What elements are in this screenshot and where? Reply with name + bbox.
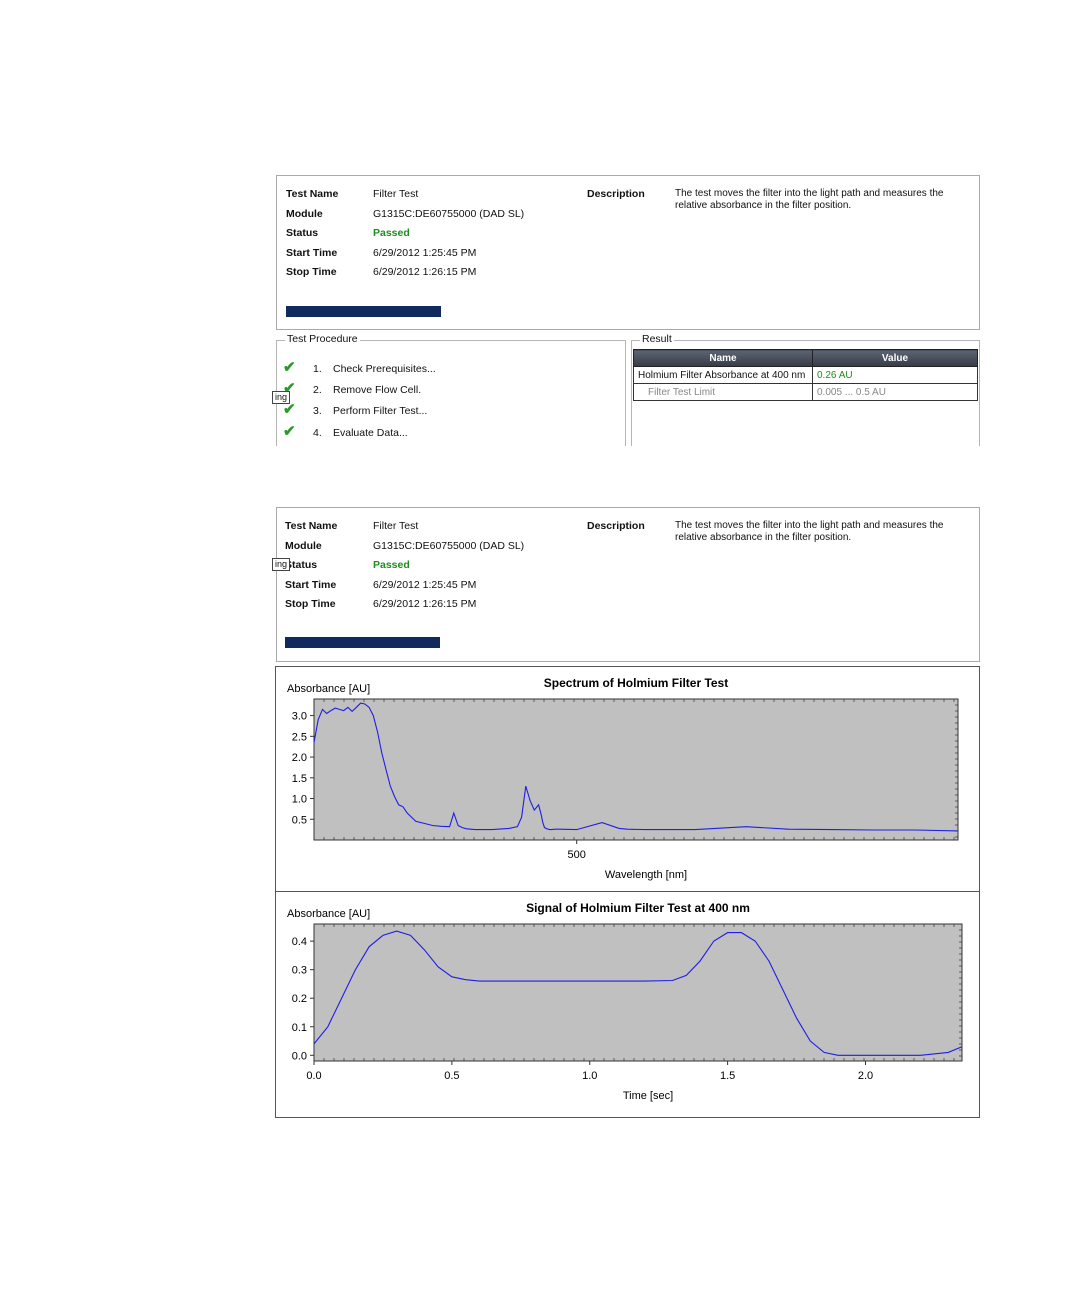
progress-bar: [286, 306, 441, 317]
status-label: Status: [286, 227, 319, 239]
status-value: Passed: [373, 227, 410, 239]
step-label: Remove Flow Cell.: [333, 384, 422, 396]
description-label: Description: [587, 188, 645, 200]
spectrum-chart-panel: Spectrum of Holmium Filter Test Absorbanc…: [275, 666, 980, 892]
y-tick-label: 0.0: [292, 1050, 307, 1062]
x-tick-label: 2.0: [858, 1070, 873, 1082]
check-icon: ✔: [283, 423, 296, 440]
start-time-value: 6/29/2012 1:25:45 PM: [373, 579, 477, 591]
chart-title: Spectrum of Holmium Filter Test: [544, 676, 728, 690]
result-value-cell: 0.005 ... 0.5 AU: [812, 383, 978, 401]
step-number: 1.: [313, 363, 322, 375]
result-table: Name Value Holmium Filter Absorbance at …: [633, 349, 978, 401]
x-tick-label: 1.0: [582, 1070, 597, 1082]
y-tick-label: 0.3: [292, 965, 307, 977]
step-label: Evaluate Data...: [333, 427, 408, 439]
x-tick-label: 500: [568, 849, 586, 861]
module-label: Module: [286, 208, 323, 220]
start-time-value: 6/29/2012 1:25:45 PM: [373, 247, 477, 259]
y-tick-label: 1.0: [292, 794, 307, 806]
test-info-panel-bottom: Test Name Filter Test Module G1315C:DE60…: [276, 507, 980, 662]
test-name-label: Test Name: [286, 188, 339, 200]
step-number: 2.: [313, 384, 322, 396]
step-label: Perform Filter Test...: [333, 405, 428, 417]
plot-area: [313, 923, 963, 1062]
x-tick-label: 0.5: [444, 1070, 459, 1082]
stop-time-label: Stop Time: [285, 598, 336, 610]
step-number: 3.: [313, 405, 322, 417]
stop-time-value: 6/29/2012 1:26:15 PM: [373, 598, 477, 610]
progress-bar: [285, 637, 440, 648]
y-tick-label: 3.0: [292, 711, 307, 723]
test-procedure-group: Test Procedure ✔ 1. Check Prerequisites.…: [276, 333, 626, 446]
signal-chart: Signal of Holmium Filter Test at 400 nm A…: [287, 901, 963, 1102]
table-row[interactable]: Filter Test Limit 0.005 ... 0.5 AU: [633, 383, 978, 401]
test-name-label: Test Name: [285, 520, 338, 532]
module-value: G1315C:DE60755000 (DAD SL): [373, 540, 525, 552]
y-tick-label: 2.0: [292, 752, 307, 764]
y-tick-label: 0.4: [292, 936, 307, 948]
plot-area: [313, 698, 959, 841]
tooltip-fragment: ing: [272, 391, 291, 404]
y-tick-label: 0.2: [292, 993, 307, 1005]
check-icon: ✔: [283, 359, 296, 376]
stop-time-value: 6/29/2012 1:26:15 PM: [373, 266, 477, 278]
test-name-value: Filter Test: [373, 520, 419, 532]
start-time-label: Start Time: [286, 247, 338, 259]
start-time-label: Start Time: [285, 579, 337, 591]
chart-title: Signal of Holmium Filter Test at 400 nm: [526, 901, 750, 915]
y-axis-label: Absorbance [AU]: [287, 908, 370, 920]
y-tick-label: 0.5: [292, 814, 307, 826]
module-label: Module: [285, 540, 322, 552]
y-tick-label: 2.5: [292, 731, 307, 743]
signal-chart-panel: Signal of Holmium Filter Test at 400 nm A…: [275, 891, 980, 1118]
table-row[interactable]: Holmium Filter Absorbance at 400 nm 0.26…: [633, 366, 978, 384]
result-title: Result: [640, 333, 674, 345]
step-number: 4.: [313, 427, 322, 439]
y-tick-label: 0.1: [292, 1022, 307, 1034]
result-value-cell: 0.26 AU: [812, 366, 978, 384]
x-axis-label: Wavelength [nm]: [605, 869, 687, 881]
test-name-value: Filter Test: [373, 188, 419, 200]
result-name-cell: Holmium Filter Absorbance at 400 nm: [633, 366, 813, 384]
result-group: Result Name Value Holmium Filter Absorba…: [631, 333, 980, 446]
test-procedure-title: Test Procedure: [285, 333, 360, 345]
description-text: The test moves the filter into the light…: [675, 520, 944, 543]
status-value: Passed: [373, 559, 410, 571]
y-axis-label: Absorbance [AU]: [287, 683, 370, 695]
result-header-name: Name: [633, 349, 813, 367]
x-axis-label: Time [sec]: [623, 1090, 673, 1102]
x-tick-label: 0.0: [306, 1070, 321, 1082]
tooltip-fragment: ing: [272, 558, 291, 571]
y-tick-label: 1.5: [292, 773, 307, 785]
description-label: Description: [587, 520, 645, 532]
test-info-panel-top: Test Name Filter Test Module G1315C:DE60…: [276, 175, 980, 330]
step-label: Check Prerequisites...: [333, 363, 436, 375]
spectrum-chart: Spectrum of Holmium Filter Test Absorbanc…: [287, 676, 959, 881]
stop-time-label: Stop Time: [286, 266, 337, 278]
result-name-cell: Filter Test Limit: [633, 383, 813, 401]
result-header-value: Value: [812, 349, 978, 367]
description-text: The test moves the filter into the light…: [675, 188, 944, 211]
x-tick-label: 1.5: [720, 1070, 735, 1082]
module-value: G1315C:DE60755000 (DAD SL): [373, 208, 525, 220]
